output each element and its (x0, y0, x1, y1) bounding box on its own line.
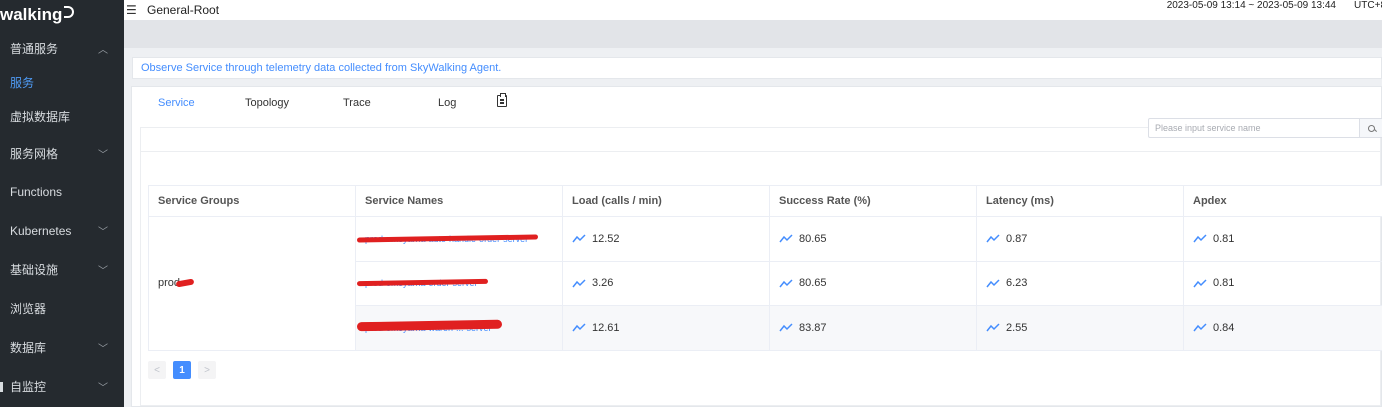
latency-cell[interactable]: 2.55 (976, 305, 1184, 351)
tab-service[interactable]: Service (158, 97, 195, 109)
col-header-success-rate: Success Rate (%) (769, 185, 977, 217)
load-cell[interactable]: 3.26 (562, 260, 770, 306)
trend-chart-icon (779, 323, 793, 332)
divider (141, 151, 1380, 152)
apdex-cell[interactable]: 0.81 (1183, 260, 1382, 306)
sidebar-item-label: 服务 (10, 76, 35, 90)
chevron-down-icon: ﹀ (98, 383, 108, 394)
col-header-latency: Latency (ms) (976, 185, 1184, 217)
col-header-service-groups: Service Groups (148, 185, 356, 217)
sidebar-item-label: Kubernetes (10, 223, 72, 238)
sidebar-menu: 普通服务 ︿ 服务 虚拟数据库 服务网格 ﹀ Functions Kuberne… (0, 30, 124, 406)
tab-trace[interactable]: Trace (343, 97, 371, 109)
sidebar-item-browser[interactable]: 浏览器 (0, 289, 124, 328)
pagination: < 1 > (148, 361, 216, 379)
next-page-button[interactable]: > (198, 361, 216, 379)
sidebar-item-label: 基础设施 (10, 263, 59, 277)
sidebar: walking 普通服务 ︿ 服务 虚拟数据库 服务网格 ﹀ Functions… (0, 0, 124, 407)
page-title: General-Root (147, 3, 220, 17)
tab-log[interactable]: Log (438, 97, 456, 109)
trend-chart-icon (572, 323, 586, 332)
trend-chart-icon (1193, 323, 1207, 332)
clipboard-icon[interactable] (497, 93, 507, 110)
latency-cell[interactable]: 0.87 (976, 216, 1184, 262)
sidebar-item-service-mesh[interactable]: 服务网格 ﹀ (0, 134, 124, 172)
service-search (1148, 118, 1382, 138)
search-icon (1368, 124, 1375, 132)
dashboard-card: Service Topology Trace Log Service Group… (131, 86, 1382, 407)
sidebar-item-label: 服务网格 (10, 146, 59, 161)
trend-chart-icon (986, 323, 1000, 332)
top-bar: ☰ General-Root 2023-05-09 13:14 ~ 2023-0… (124, 0, 1382, 20)
apdex-cell[interactable]: 0.81 (1183, 216, 1382, 262)
chevron-down-icon: ﹀ (98, 149, 108, 161)
sidebar-item-virtual-database[interactable]: 虚拟数据库 (0, 99, 124, 134)
col-header-load: Load (calls / min) (562, 185, 770, 217)
table-header-row: Service Groups Service Names Load (calls… (148, 185, 1382, 217)
logo-mark-icon (64, 6, 75, 18)
prev-page-button[interactable]: < (148, 361, 166, 379)
service-name-cell: prod-omsyarna-auto-handle-order-server (355, 216, 563, 262)
apdex-cell[interactable]: 0.84 (1183, 305, 1382, 351)
sidebar-item-functions[interactable]: Functions (0, 172, 124, 211)
redaction-mark (175, 278, 195, 288)
sidebar-edge-marker (0, 381, 3, 392)
time-range[interactable]: 2023-05-09 13:14 ~ 2023-05-09 13:44 (1167, 0, 1336, 12)
service-group-cell: prod (148, 216, 356, 351)
sidebar-item-kubernetes[interactable]: Kubernetes ﹀ (0, 211, 124, 250)
page-1-button[interactable]: 1 (173, 361, 191, 379)
service-name-cell: prod-omsyarna-wareh-...-server (355, 305, 563, 351)
col-header-service-names: Service Names (355, 185, 563, 217)
trend-chart-icon (986, 279, 1000, 288)
sidebar-item-label: 数据库 (10, 341, 47, 355)
chevron-down-icon: ﹀ (98, 344, 108, 355)
load-cell[interactable]: 12.61 (562, 305, 770, 351)
trend-chart-icon (779, 234, 793, 243)
col-header-apdex: Apdex (1183, 185, 1382, 217)
tab-topology[interactable]: Topology (245, 97, 289, 109)
search-button[interactable] (1359, 119, 1382, 137)
trend-chart-icon (779, 279, 793, 288)
load-cell[interactable]: 12.52 (562, 216, 770, 262)
service-table: Service Groups Service Names Load (calls… (148, 185, 1382, 351)
service-name-link[interactable]: prod-omsyarna-wareh-...-server (356, 319, 502, 333)
sidebar-item-infrastructure[interactable]: 基础设施 ﹀ (0, 250, 124, 289)
trend-chart-icon (572, 234, 586, 243)
chevron-down-icon: ﹀ (98, 266, 108, 277)
trend-chart-icon (986, 234, 1000, 243)
sidebar-item-label: 普通服务 (10, 41, 59, 56)
timezone: UTC+8 (1354, 0, 1382, 11)
service-name-link[interactable]: prod-omsyarna-auto-handle-order-server (356, 234, 539, 244)
sidebar-item-general-service[interactable]: 普通服务 ︿ (0, 30, 124, 66)
success-rate-cell[interactable]: 83.87 (769, 305, 977, 351)
notice-text: Observe Service through telemetry data c… (141, 62, 502, 74)
sidebar-item-label: 自监控 (10, 380, 47, 394)
sidebar-item-label: 虚拟数据库 (10, 110, 71, 124)
chevron-down-icon: ﹀ (98, 227, 108, 238)
app-logo[interactable]: walking (0, 0, 124, 30)
header-band (124, 20, 1382, 48)
table-row: prod prod-omsyarna-auto-handle-order-ser… (148, 216, 1382, 351)
menu-fold-icon[interactable]: ☰ (126, 3, 138, 17)
success-rate-cell[interactable]: 80.65 (769, 260, 977, 306)
sidebar-item-label: Functions (10, 184, 63, 199)
search-input[interactable] (1149, 119, 1359, 137)
trend-chart-icon (1193, 279, 1207, 288)
latency-cell[interactable]: 6.23 (976, 260, 1184, 306)
trend-chart-icon (572, 279, 586, 288)
sidebar-item-database[interactable]: 数据库 ﹀ (0, 328, 124, 367)
trend-chart-icon (1193, 234, 1207, 243)
service-name-cell: prod-omsyarna-order-server (355, 260, 563, 306)
info-notice: Observe Service through telemetry data c… (132, 57, 1382, 79)
dashboard-tabs: Service Topology Trace Log (132, 87, 1381, 121)
sidebar-item-service[interactable]: 服务 (0, 66, 124, 99)
success-rate-cell[interactable]: 80.65 (769, 216, 977, 262)
sidebar-item-label: 浏览器 (10, 302, 47, 316)
service-name-link[interactable]: prod-omsyarna-order-server (356, 278, 488, 288)
chevron-up-icon: ︿ (98, 44, 108, 56)
logo-text: walking (0, 5, 63, 24)
sidebar-item-self-observability[interactable]: 自监控 ﹀ (0, 367, 124, 406)
